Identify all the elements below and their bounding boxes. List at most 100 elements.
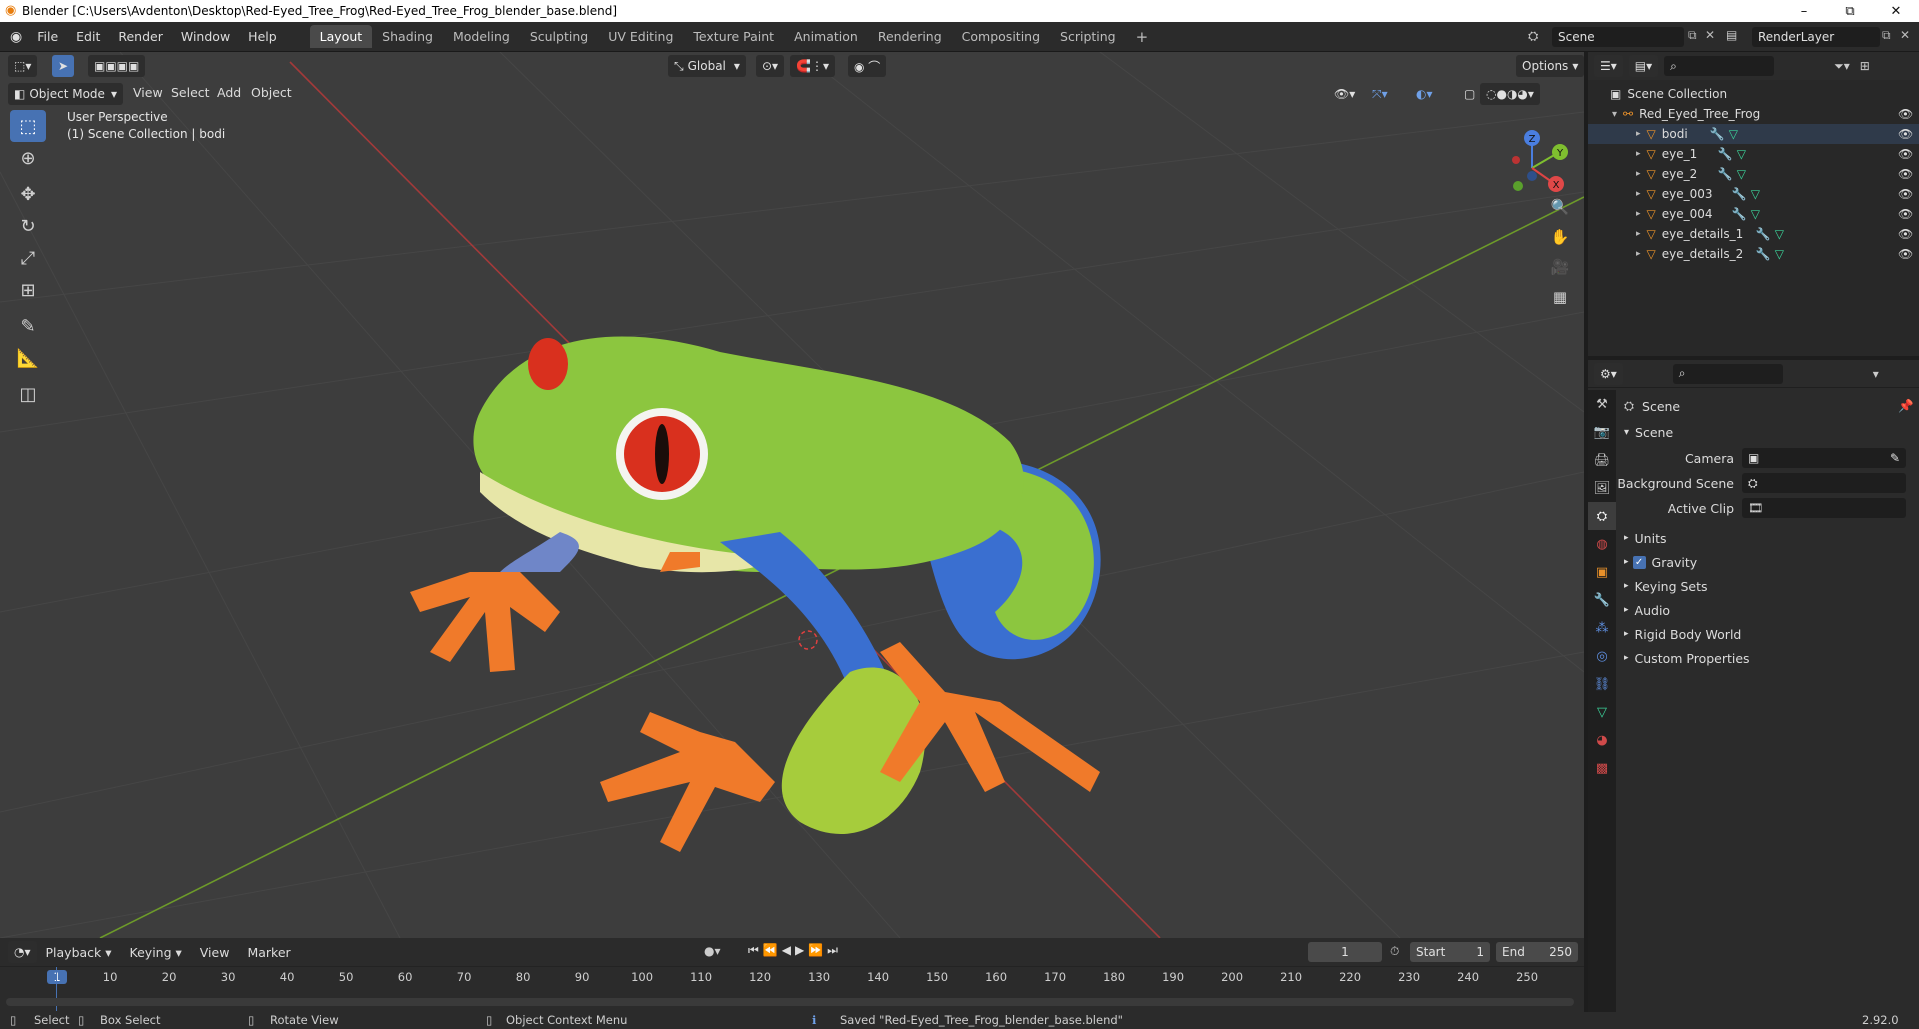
scale-tool-icon[interactable]: ⤢ [10,242,46,274]
expand-arrow-icon[interactable]: ▸ [1624,629,1629,639]
expand-arrow-icon[interactable]: ▸ [1624,557,1629,567]
expand-arrow-icon[interactable]: ▸ [1624,581,1629,591]
measure-tool-icon[interactable]: 📐 [10,342,46,374]
keying-sets-panel-header[interactable]: ▸ Keying Sets [1616,574,1919,598]
minimize-button[interactable]: – [1781,0,1827,22]
playback-controls-icon[interactable]: ⏮⏪◀▶⏩⏭ [748,943,842,958]
pivot-point-icon[interactable]: ⊙▾ [756,55,785,77]
tab-rendering[interactable]: Rendering [868,25,952,48]
timeline-scrollbar[interactable] [6,998,1574,1006]
outliner-collection-row[interactable]: ▾ ⚯ Red_Eyed_Tree_Frog 👁 [1588,104,1919,124]
menu-file[interactable]: File [28,29,67,44]
outliner-object-row[interactable]: ▸ ▽ bodi 🔧 ▽ 👁 [1588,124,1919,144]
annotate-tool-icon[interactable]: ✎ [10,310,46,342]
options-dropdown[interactable]: Options ▾ [1516,55,1584,77]
background-scene-field[interactable]: ⛭ [1742,473,1906,493]
outliner-search-input[interactable]: ⌕ [1664,56,1775,76]
current-frame-field[interactable]: 1 [1308,942,1382,962]
gizmo-toggle-icon[interactable]: ⤧▾ [1366,83,1394,105]
visibility-eye-icon[interactable]: 👁 [1898,147,1913,161]
expand-arrow-icon[interactable]: ▸ [1636,189,1641,199]
auto-keying-icon[interactable]: ●▾ [704,944,721,958]
zoom-icon[interactable]: 🔍 [1546,192,1574,222]
3d-viewport[interactable]: ⬚▾ ➤ ▣▣▣▣ ⤡ Global ▾ ⊙▾ 🧲⋮▾ ◉ ⌒ Options … [0,52,1584,938]
mesh-data-icon[interactable]: ▽ [1775,227,1784,241]
mesh-data-icon[interactable]: ▽ [1751,187,1760,201]
close-button[interactable]: ✕ [1873,0,1919,22]
tab-sculpting[interactable]: Sculpting [520,25,598,48]
tab-layout[interactable]: Layout [309,25,373,48]
timeline-menu-playback[interactable]: Playback ▾ [37,945,121,960]
render-tab-icon[interactable]: 📷 [1588,418,1616,446]
outliner-object-row[interactable]: ▸ ▽ eye_1 🔧 ▽ 👁 [1588,144,1919,164]
mesh-data-icon[interactable]: ▽ [1737,147,1746,161]
visibility-eye-icon[interactable]: 👁 [1898,227,1913,241]
visibility-eye-icon[interactable]: 👁 [1898,167,1913,181]
expand-arrow-icon[interactable]: ▸ [1636,249,1641,259]
constraints-tab-icon[interactable]: ⛓ [1588,670,1616,698]
display-mode-icon[interactable]: ▤▾ [1628,55,1659,77]
view-layer-tab-icon[interactable]: 🖼 [1588,474,1616,502]
expand-arrow-icon[interactable]: ▾ [1624,427,1629,438]
timeline-ruler[interactable]: 1102030405060708090100110120130140150160… [0,966,1584,988]
expand-arrow-icon[interactable]: ▸ [1624,605,1629,615]
tab-scripting[interactable]: Scripting [1050,25,1126,48]
viewport-scene[interactable] [0,52,1584,938]
view-layer-selector[interactable]: RenderLayer [1752,27,1880,47]
modifier-wrench-icon[interactable]: 🔧 [1718,147,1733,161]
add-cube-tool-icon[interactable]: ◫ [10,378,46,410]
menu-edit[interactable]: Edit [67,29,109,44]
tab-texture-paint[interactable]: Texture Paint [683,25,784,48]
object-tab-icon[interactable]: ▣ [1588,558,1616,586]
mesh-data-icon[interactable]: ▽ [1737,167,1746,181]
pin-icon[interactable]: 📌 [1898,398,1914,414]
outliner-object-row[interactable]: ▸ ▽ eye_2 🔧 ▽ 👁 [1588,164,1919,184]
mode-dropdown[interactable]: ◧ Object Mode ▾ [8,83,123,105]
physics-tab-icon[interactable]: ◎ [1588,642,1616,670]
new-view-layer-icon[interactable]: ⧉ [1882,28,1891,43]
new-scene-icon[interactable]: ⧉ [1688,28,1697,43]
viewport-menu-object[interactable]: Object [242,85,301,100]
expand-arrow-icon[interactable]: ▸ [1624,653,1629,663]
stopwatch-icon[interactable]: ⏱ [1390,944,1399,959]
eyedropper-icon[interactable]: ✎ [1890,451,1900,465]
frog-model[interactable] [410,336,1101,852]
material-tab-icon[interactable]: ◕ [1588,726,1616,754]
filter-icon[interactable]: ⏷▾ [1834,59,1850,74]
outliner-editor-icon[interactable]: ☰▾ [1594,55,1623,77]
selection-mode-icons[interactable]: ▣▣▣▣ [88,55,146,77]
tab-uv-editing[interactable]: UV Editing [598,25,683,48]
blender-menu-icon[interactable]: ◉ [10,29,22,45]
mesh-data-icon[interactable]: ▽ [1729,127,1738,141]
modifier-wrench-icon[interactable]: 🔧 [1718,167,1733,181]
world-tab-icon[interactable]: ◍ [1588,530,1616,558]
mesh-data-icon[interactable]: ▽ [1751,207,1760,221]
select-tool-icon[interactable]: ➤ [52,55,75,77]
modifier-wrench-icon[interactable]: 🔧 [1732,187,1747,201]
proportional-edit-icon[interactable]: ◉ ⌒ [848,55,887,77]
transform-tool-icon[interactable]: ⊞ [10,274,46,306]
visibility-icon[interactable]: 👁▾ [1328,83,1361,105]
custom-properties-panel-header[interactable]: ▸ Custom Properties [1616,646,1919,670]
modifier-wrench-icon[interactable]: 🔧 [1756,227,1771,241]
expand-arrow-icon[interactable]: ▸ [1624,533,1629,543]
perspective-grid-icon[interactable]: ▦ [1546,282,1574,312]
expand-arrow-icon[interactable]: ▸ [1636,169,1641,179]
camera-view-icon[interactable]: 🎥 [1546,252,1574,282]
gravity-checkbox[interactable]: ✓ [1632,555,1646,569]
visibility-eye-icon[interactable]: 👁 [1898,247,1913,261]
outliner-object-row[interactable]: ▸ ▽ eye_details_1 🔧 ▽ 👁 [1588,224,1919,244]
overlay-toggle-icon[interactable]: ◐▾ [1410,83,1439,105]
outliner-object-row[interactable]: ▸ ▽ eye_003 🔧 ▽ 👁 [1588,184,1919,204]
transform-orientation-dropdown[interactable]: ⤡ Global ▾ [668,55,746,77]
particles-tab-icon[interactable]: ⁂ [1588,614,1616,642]
outliner-scene-collection-row[interactable]: ▣ Scene Collection [1588,84,1919,104]
active-clip-field[interactable]: 🎞 [1742,498,1906,518]
menu-window[interactable]: Window [172,29,239,44]
snap-icon[interactable]: 🧲⋮▾ [790,55,835,77]
menu-help[interactable]: Help [239,29,286,44]
start-frame-field[interactable]: Start 1 [1410,942,1490,962]
tool-tab-icon[interactable]: ⚒ [1588,390,1616,418]
select-box-tool-icon[interactable]: ⬚ [10,110,46,142]
scene-tab-icon[interactable]: ⛭ [1588,502,1616,530]
